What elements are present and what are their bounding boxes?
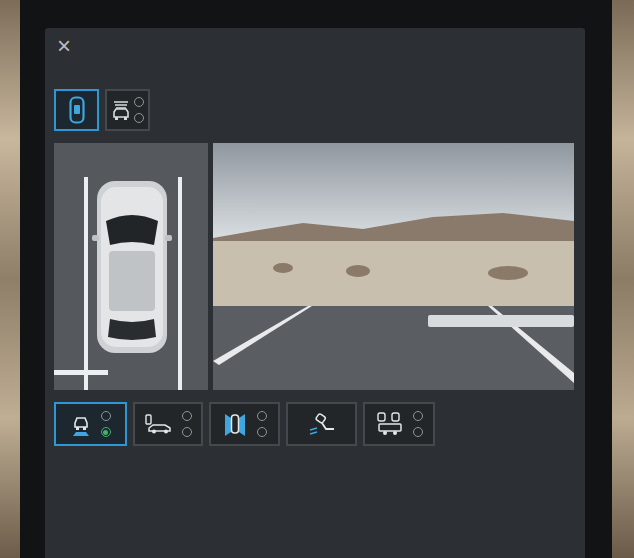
camera-feed xyxy=(213,143,574,390)
camera-mode-button[interactable] xyxy=(133,402,203,446)
top-down-view xyxy=(54,143,208,390)
option-dot[interactable] xyxy=(257,427,267,437)
hitch-icon xyxy=(308,412,336,436)
camera-mode-button[interactable] xyxy=(363,402,435,446)
camera-mode-button[interactable] xyxy=(54,402,127,446)
side-view-icon xyxy=(144,413,174,435)
trailer-icon xyxy=(375,411,405,437)
option-dot[interactable] xyxy=(134,113,144,123)
front-camera-icon xyxy=(111,99,131,121)
option-dot[interactable] xyxy=(413,411,423,421)
view-mode-button[interactable] xyxy=(105,89,150,131)
option-dot[interactable] xyxy=(413,427,423,437)
option-dot[interactable] xyxy=(101,411,111,421)
surround-view-icon xyxy=(223,410,247,438)
view-mode-button[interactable] xyxy=(54,89,99,131)
left-trim xyxy=(0,0,20,558)
option-dot[interactable] xyxy=(182,411,192,421)
camera-mode-button[interactable] xyxy=(286,402,357,446)
close-button[interactable]: × xyxy=(54,34,71,58)
option-dot[interactable] xyxy=(257,411,267,421)
right-trim xyxy=(612,0,634,558)
option-dot[interactable] xyxy=(101,427,111,437)
display-bezel: × xyxy=(20,0,612,558)
camera-screen: × xyxy=(45,28,585,558)
option-dot[interactable] xyxy=(182,427,192,437)
front-view-icon xyxy=(71,411,91,437)
dot-fill xyxy=(103,430,108,435)
car-top-icon xyxy=(69,96,85,124)
option-dot[interactable] xyxy=(134,97,144,107)
camera-mode-button[interactable] xyxy=(209,402,280,446)
